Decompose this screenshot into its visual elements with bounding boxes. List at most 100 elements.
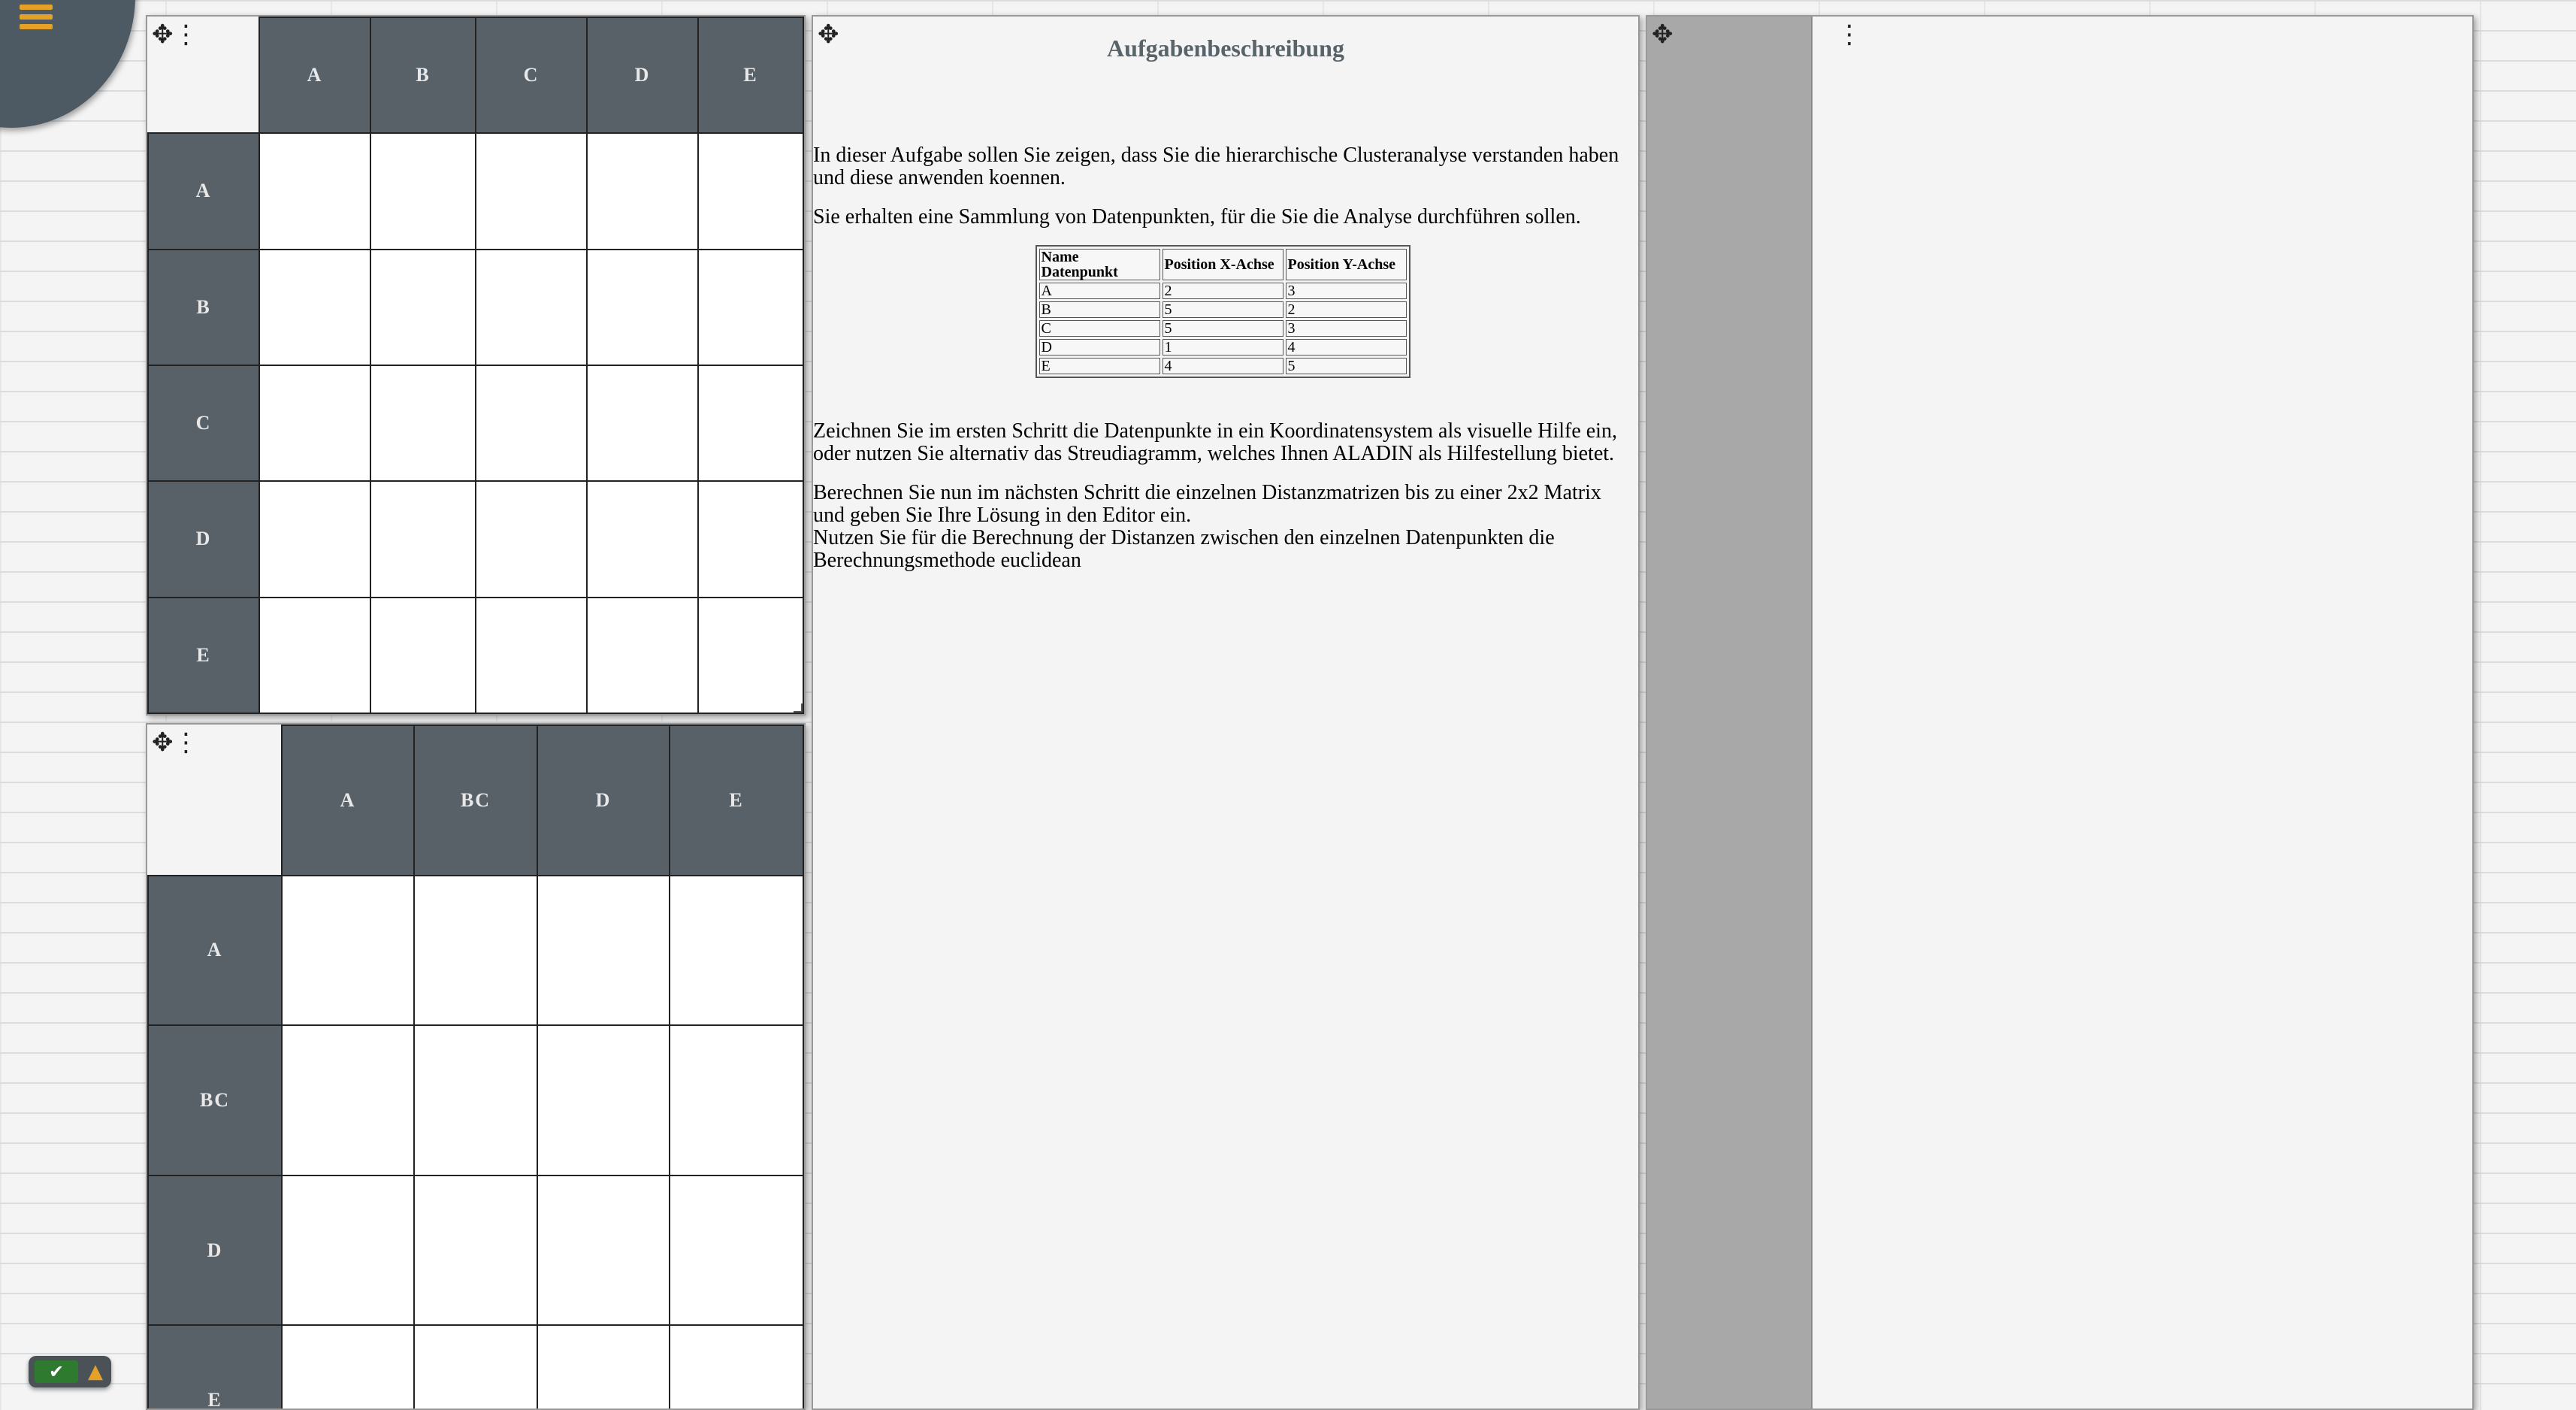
data-point-y: 4: [1285, 339, 1407, 356]
matrix-cell[interactable]: [259, 132, 371, 250]
data-point-y: 3: [1285, 320, 1407, 337]
data-point-y: 5: [1285, 358, 1407, 374]
move-arrows-icon[interactable]: ✥: [152, 20, 174, 50]
column-header: D: [537, 725, 670, 876]
matrix-cell[interactable]: [697, 132, 804, 250]
distance-matrix-4x4: A BC D E A BC D E: [147, 725, 804, 1408]
data-table-row: A23: [1039, 283, 1407, 299]
data-table-row: E45: [1039, 358, 1407, 374]
checkmark-icon[interactable]: ✔: [35, 1360, 78, 1383]
row-header: BC: [147, 1024, 283, 1176]
matrix-cell[interactable]: [537, 1324, 670, 1408]
row-header: E: [147, 596, 260, 714]
matrix-cell[interactable]: [537, 1174, 670, 1327]
editor-area[interactable]: [1814, 17, 2472, 1408]
matrix-cell[interactable]: [537, 874, 670, 1027]
matrix-cell[interactable]: [413, 1024, 538, 1176]
matrix-cell[interactable]: [586, 480, 699, 598]
matrix-cell[interactable]: [413, 1174, 538, 1327]
data-point-name: D: [1039, 339, 1160, 356]
vertical-dots-icon[interactable]: ⋮: [1837, 20, 1862, 50]
matrix-cell[interactable]: [281, 874, 415, 1027]
panel-controls: ✥⋮: [152, 728, 199, 758]
data-table-row: B52: [1039, 301, 1407, 318]
column-header: E: [669, 725, 804, 876]
task-step-3: Nutzen Sie für die Berechnung der Distan…: [813, 526, 1555, 572]
data-point-y: 2: [1285, 301, 1407, 318]
data-table-row: C53: [1039, 320, 1407, 337]
matrix-cell[interactable]: [370, 248, 476, 366]
data-table-header: Position X-Achse: [1162, 249, 1283, 280]
column-header: A: [259, 17, 371, 135]
vertical-dots-icon[interactable]: ⋮: [174, 20, 199, 50]
data-point-name: B: [1039, 301, 1160, 318]
panel-controls: ✥: [818, 20, 839, 50]
matrix-panel-1: ✥⋮ A B C D E A B C D E: [146, 15, 806, 716]
column-header: E: [697, 17, 804, 135]
data-points-table: Name Datenpunkt Position X-Achse Positio…: [1035, 245, 1410, 378]
matrix-cell[interactable]: [669, 874, 804, 1027]
matrix-cell[interactable]: [259, 364, 371, 483]
matrix-cell[interactable]: [281, 1324, 415, 1408]
move-arrows-icon[interactable]: ✥: [818, 20, 839, 50]
matrix-cell[interactable]: [370, 132, 476, 250]
data-table-header: Name Datenpunkt: [1039, 249, 1160, 280]
matrix-cell[interactable]: [669, 1174, 804, 1327]
panel-controls: ✥: [1652, 20, 1673, 50]
matrix-cell[interactable]: [475, 364, 588, 483]
matrix-cell[interactable]: [586, 364, 699, 483]
matrix-cell[interactable]: [475, 132, 588, 250]
matrix-cell[interactable]: [475, 248, 588, 366]
row-header: A: [147, 874, 283, 1027]
matrix-cell[interactable]: [259, 248, 371, 366]
matrix-cell[interactable]: [413, 1324, 538, 1408]
matrix-cell[interactable]: [370, 364, 476, 483]
editor-panel: ✥ ⋮: [1646, 15, 2474, 1410]
warning-triangle-icon[interactable]: ▲: [84, 1360, 107, 1383]
matrix-cell[interactable]: [697, 480, 804, 598]
move-arrows-icon[interactable]: ✥: [1652, 20, 1673, 50]
data-point-name: C: [1039, 320, 1160, 337]
column-header: BC: [413, 725, 538, 876]
column-header: D: [586, 17, 699, 135]
matrix-cell[interactable]: [370, 480, 476, 598]
matrix-cell[interactable]: [669, 1024, 804, 1176]
matrix-cell[interactable]: [586, 596, 699, 714]
matrix-cell[interactable]: [370, 596, 476, 714]
task-intro: In dieser Aufgabe sollen Sie zeigen, das…: [813, 144, 1619, 189]
hamburger-icon[interactable]: [20, 5, 53, 38]
data-point-x: 1: [1162, 339, 1283, 356]
matrix-cell[interactable]: [259, 596, 371, 714]
matrix-cell[interactable]: [697, 248, 804, 366]
move-arrows-icon[interactable]: ✥: [152, 728, 174, 758]
column-header: C: [475, 17, 588, 135]
matrix-cell[interactable]: [259, 480, 371, 598]
matrix-cell[interactable]: [586, 132, 699, 250]
matrix-cell[interactable]: [413, 874, 538, 1027]
resize-handle[interactable]: [794, 703, 803, 713]
vertical-dots-icon[interactable]: ⋮: [174, 728, 199, 758]
row-header: A: [147, 132, 260, 250]
status-badge[interactable]: ✔ ▲: [29, 1356, 111, 1387]
editor-gutter: [1647, 17, 1813, 1408]
column-header: B: [370, 17, 476, 135]
task-step-2: Berechnen Sie nun im nächsten Schritt di…: [813, 481, 1601, 527]
matrix-cell[interactable]: [475, 596, 588, 714]
row-header: D: [147, 1174, 283, 1327]
matrix-cell[interactable]: [697, 596, 804, 714]
matrix-cell[interactable]: [281, 1024, 415, 1176]
matrix-cell[interactable]: [586, 248, 699, 366]
data-point-x: 4: [1162, 358, 1283, 374]
task-body: In dieser Aufgabe sollen Sie zeigen, das…: [813, 144, 1632, 589]
data-point-x: 5: [1162, 320, 1283, 337]
matrix-cell[interactable]: [697, 364, 804, 483]
row-header: E: [147, 1324, 283, 1408]
matrix-cell[interactable]: [669, 1324, 804, 1408]
task-step-1: Zeichnen Sie im ersten Schritt die Daten…: [813, 419, 1617, 465]
matrix-cell[interactable]: [475, 480, 588, 598]
matrix-cell[interactable]: [281, 1174, 415, 1327]
data-point-x: 5: [1162, 301, 1283, 318]
matrix-cell[interactable]: [537, 1024, 670, 1176]
panel-controls: ✥⋮: [152, 20, 199, 50]
row-header: B: [147, 248, 260, 366]
